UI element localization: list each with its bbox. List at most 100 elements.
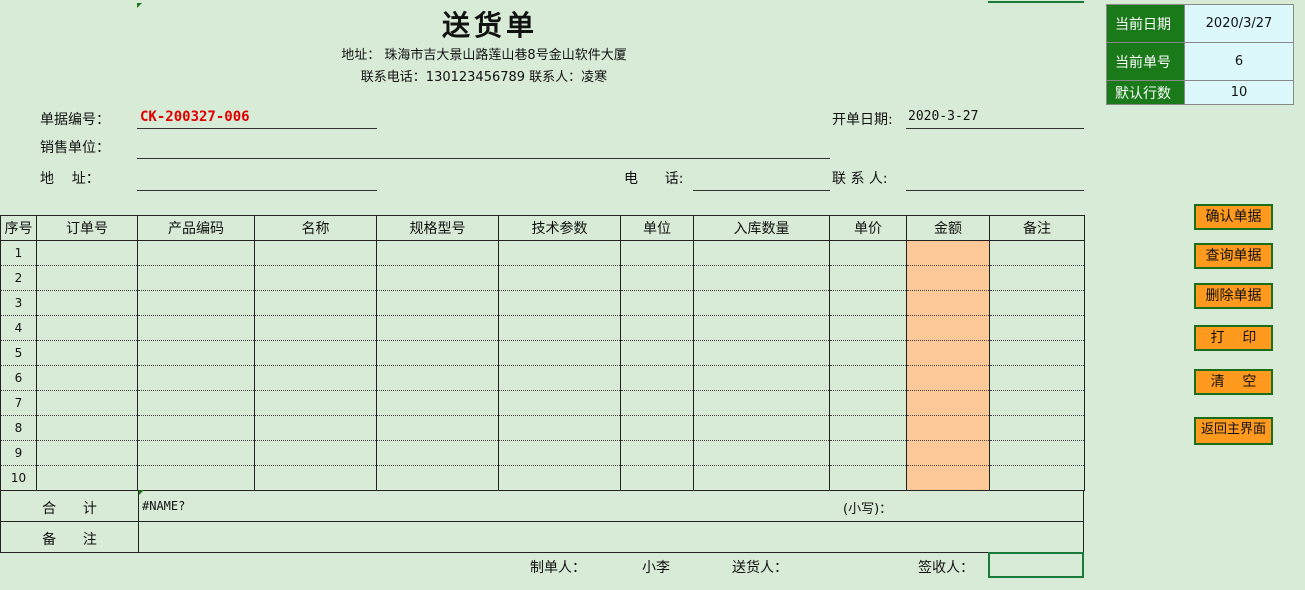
table-cell[interactable]: [254, 340, 377, 366]
table-cell[interactable]: [376, 415, 499, 441]
total-value[interactable]: #NAME?: [142, 499, 185, 513]
table-cell[interactable]: [137, 240, 255, 266]
table-cell[interactable]: [829, 265, 907, 291]
table-cell[interactable]: [498, 240, 621, 266]
table-cell[interactable]: [829, 415, 907, 441]
table-cell[interactable]: [137, 340, 255, 366]
table-cell[interactable]: [137, 390, 255, 416]
table-cell[interactable]: [376, 440, 499, 466]
table-cell[interactable]: [620, 440, 694, 466]
table-cell[interactable]: [137, 415, 255, 441]
table-cell[interactable]: [989, 415, 1085, 441]
table-cell[interactable]: [989, 315, 1085, 341]
table-cell[interactable]: [906, 465, 990, 491]
table-cell[interactable]: [906, 340, 990, 366]
date-field[interactable]: 2020-3-27: [906, 109, 1084, 129]
table-cell[interactable]: [693, 365, 830, 391]
table-cell[interactable]: [906, 415, 990, 441]
table-cell[interactable]: [137, 265, 255, 291]
table-cell[interactable]: [989, 365, 1085, 391]
table-cell[interactable]: [498, 365, 621, 391]
table-cell[interactable]: [906, 315, 990, 341]
table-cell[interactable]: [906, 265, 990, 291]
table-cell[interactable]: [36, 340, 138, 366]
table-cell[interactable]: [620, 465, 694, 491]
table-cell[interactable]: [989, 440, 1085, 466]
maker-value[interactable]: 小李: [642, 557, 670, 577]
table-cell[interactable]: [906, 440, 990, 466]
table-cell[interactable]: [36, 465, 138, 491]
table-cell[interactable]: [829, 390, 907, 416]
table-cell[interactable]: [376, 315, 499, 341]
table-cell[interactable]: [498, 265, 621, 291]
table-cell[interactable]: [36, 440, 138, 466]
table-cell[interactable]: [254, 390, 377, 416]
table-cell[interactable]: [620, 390, 694, 416]
table-cell[interactable]: [989, 340, 1085, 366]
table-cell[interactable]: [906, 240, 990, 266]
clear-button[interactable]: 清 空: [1194, 369, 1273, 395]
table-cell[interactable]: [989, 465, 1085, 491]
table-cell[interactable]: [376, 340, 499, 366]
query-button[interactable]: 查询单据: [1194, 243, 1273, 269]
contact-field[interactable]: [906, 171, 1084, 191]
table-cell[interactable]: [620, 290, 694, 316]
table-cell[interactable]: [254, 365, 377, 391]
table-cell[interactable]: [693, 265, 830, 291]
table-cell[interactable]: [693, 290, 830, 316]
table-cell[interactable]: [829, 290, 907, 316]
table-cell[interactable]: [36, 265, 138, 291]
table-cell[interactable]: [498, 415, 621, 441]
table-cell[interactable]: [137, 290, 255, 316]
table-cell[interactable]: [829, 240, 907, 266]
table-cell[interactable]: [376, 465, 499, 491]
table-cell[interactable]: [376, 290, 499, 316]
table-cell[interactable]: [36, 415, 138, 441]
table-cell[interactable]: [989, 240, 1085, 266]
table-cell[interactable]: [989, 265, 1085, 291]
table-cell[interactable]: [498, 465, 621, 491]
table-cell[interactable]: [376, 240, 499, 266]
table-cell[interactable]: [620, 365, 694, 391]
table-cell[interactable]: [693, 415, 830, 441]
table-cell[interactable]: [36, 365, 138, 391]
table-cell[interactable]: [36, 240, 138, 266]
table-cell[interactable]: [376, 265, 499, 291]
table-cell[interactable]: [620, 240, 694, 266]
table-cell[interactable]: [36, 290, 138, 316]
receiver-field[interactable]: [988, 552, 1084, 578]
table-cell[interactable]: [254, 265, 377, 291]
table-cell[interactable]: [137, 440, 255, 466]
table-cell[interactable]: [693, 390, 830, 416]
table-cell[interactable]: [254, 415, 377, 441]
table-cell[interactable]: [254, 315, 377, 341]
table-cell[interactable]: [376, 365, 499, 391]
table-cell[interactable]: [829, 340, 907, 366]
table-cell[interactable]: [693, 440, 830, 466]
table-cell[interactable]: [36, 315, 138, 341]
table-cell[interactable]: [254, 465, 377, 491]
table-cell[interactable]: [254, 240, 377, 266]
table-cell[interactable]: [620, 340, 694, 366]
table-cell[interactable]: [137, 465, 255, 491]
confirm-button[interactable]: 确认单据: [1194, 204, 1273, 230]
default-rows-value[interactable]: 10: [1184, 80, 1294, 105]
table-cell[interactable]: [137, 315, 255, 341]
doc-no-field[interactable]: CK-200327-006: [137, 109, 377, 129]
table-cell[interactable]: [906, 290, 990, 316]
table-cell[interactable]: [620, 415, 694, 441]
table-cell[interactable]: [829, 365, 907, 391]
print-button[interactable]: 打 印: [1194, 325, 1273, 351]
table-cell[interactable]: [693, 465, 830, 491]
table-cell[interactable]: [989, 390, 1085, 416]
table-cell[interactable]: [498, 340, 621, 366]
table-cell[interactable]: [829, 440, 907, 466]
table-cell[interactable]: [254, 290, 377, 316]
sales-unit-field[interactable]: [137, 139, 830, 159]
table-cell[interactable]: [137, 365, 255, 391]
table-cell[interactable]: [829, 465, 907, 491]
table-cell[interactable]: [620, 265, 694, 291]
table-cell[interactable]: [498, 440, 621, 466]
table-cell[interactable]: [693, 340, 830, 366]
current-date-value[interactable]: 2020/3/27: [1184, 4, 1294, 43]
